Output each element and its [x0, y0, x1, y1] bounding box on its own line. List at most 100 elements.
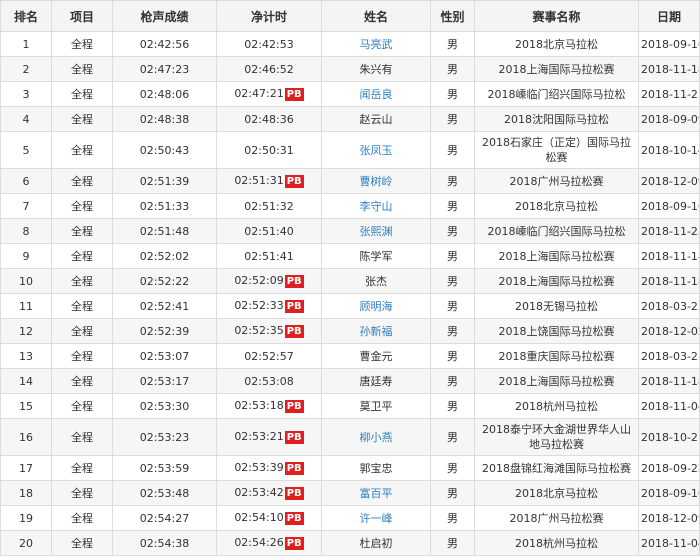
- item-cell: 全程: [51, 268, 113, 294]
- net-time-cell: 02:48:36: [216, 106, 322, 132]
- item-cell: 全程: [51, 131, 113, 169]
- pb-badge: PB: [284, 511, 304, 525]
- date-cell: 2018-12-02: [638, 318, 700, 344]
- name-cell: 张熙渊: [321, 218, 431, 244]
- net-time-value: 02:53:21: [234, 430, 284, 444]
- runner-name: 郭宝忠: [359, 462, 393, 475]
- net-time-cell: 02:53:08: [216, 368, 322, 394]
- name-cell: 闻岳良: [321, 81, 431, 107]
- name-cell: 孙新福: [321, 318, 431, 344]
- name-cell: 郭宝忠: [321, 455, 431, 481]
- net-time-value: 02:54:10: [234, 511, 284, 525]
- pb-badge: PB: [284, 399, 304, 413]
- race-cell: 2018杭州马拉松: [474, 393, 639, 419]
- gender-cell: 男: [430, 318, 475, 344]
- gun-time-cell: 02:51:48: [112, 218, 217, 244]
- net-time-value: 02:51:41: [244, 249, 294, 263]
- date-cell: 2018-12-09: [638, 505, 700, 531]
- pb-badge: PB: [284, 174, 304, 188]
- table-row: 6 全程 02:51:39 02:51:31 PB 曹树岭 男 2018广州马拉松…: [0, 168, 700, 194]
- gender-cell: 男: [430, 193, 475, 219]
- table-row: 11 全程 02:52:41 02:52:33 PB 顾明海 男 2018无锡马拉…: [0, 293, 700, 319]
- date-cell: 2018-11-18: [638, 368, 700, 394]
- gun-time-cell: 02:53:17: [112, 368, 217, 394]
- runner-name-link[interactable]: 柳小燕: [360, 431, 393, 444]
- net-time-value: 02:53:42: [234, 486, 284, 500]
- gender-cell: 男: [430, 368, 475, 394]
- date-cell: 2018-09-16: [638, 31, 700, 57]
- date-cell: 2018-09-22: [638, 455, 700, 481]
- runner-name-link[interactable]: 张凤玉: [360, 144, 393, 157]
- item-cell: 全程: [51, 56, 113, 82]
- gender-cell: 男: [430, 168, 475, 194]
- rank-cell: 10: [0, 268, 52, 294]
- net-time-cell: 02:42:53: [216, 31, 322, 57]
- header-item: 项目: [51, 0, 113, 32]
- runner-name-link[interactable]: 富百平: [360, 487, 393, 500]
- gender-cell: 男: [430, 268, 475, 294]
- gun-time-cell: 02:48:38: [112, 106, 217, 132]
- net-time-cell: 02:53:39 PB: [216, 455, 322, 481]
- name-cell: 唐廷寿: [321, 368, 431, 394]
- net-time-cell: 02:54:26 PB: [216, 530, 322, 556]
- header-name: 姓名: [321, 0, 431, 32]
- runner-name-link[interactable]: 李守山: [360, 200, 393, 213]
- runner-name: 曹金元: [359, 350, 393, 363]
- runner-name-link[interactable]: 张熙渊: [360, 225, 393, 238]
- date-cell: 2018-11-25: [638, 81, 700, 107]
- gun-time-cell: 02:52:41: [112, 293, 217, 319]
- item-cell: 全程: [51, 505, 113, 531]
- net-time-cell: 02:46:52: [216, 56, 322, 82]
- race-cell: 2018嵊临门绍兴国际马拉松: [474, 218, 639, 244]
- net-time-value: 02:52:09: [234, 274, 284, 288]
- rank-cell: 1: [0, 31, 52, 57]
- table-row: 14 全程 02:53:17 02:53:08 唐廷寿 男 2018上海国际马拉…: [0, 368, 700, 394]
- rank-cell: 16: [0, 418, 52, 456]
- runner-name: 杜启初: [359, 537, 393, 550]
- date-cell: 2018-11-04: [638, 530, 700, 556]
- runner-name-link[interactable]: 顾明海: [360, 300, 393, 313]
- net-time-value: 02:51:31: [234, 174, 284, 188]
- net-time-cell: 02:52:33 PB: [216, 293, 322, 319]
- rank-cell: 3: [0, 81, 52, 107]
- header-rank: 排名: [0, 0, 52, 32]
- date-cell: 2018-03-25: [638, 343, 700, 369]
- runner-name-link[interactable]: 孙新福: [360, 325, 393, 338]
- net-time-cell: 02:50:31: [216, 131, 322, 169]
- rank-cell: 8: [0, 218, 52, 244]
- race-cell: 2018无锡马拉松: [474, 293, 639, 319]
- date-cell: 2018-09-16: [638, 193, 700, 219]
- item-cell: 全程: [51, 480, 113, 506]
- gun-time-cell: 02:52:39: [112, 318, 217, 344]
- table-row: 16 全程 02:53:23 02:53:21 PB 柳小燕 男 2018泰宁环大…: [0, 418, 700, 456]
- gender-cell: 男: [430, 131, 475, 169]
- runner-name-link[interactable]: 马亮武: [360, 38, 393, 51]
- rank-cell: 14: [0, 368, 52, 394]
- pb-badge: PB: [284, 461, 304, 475]
- net-time-value: 02:54:26: [234, 536, 284, 550]
- name-cell: 张凤玉: [321, 131, 431, 169]
- date-cell: 2018-03-25: [638, 293, 700, 319]
- item-cell: 全程: [51, 530, 113, 556]
- date-cell: 2018-11-18: [638, 268, 700, 294]
- rank-cell: 11: [0, 293, 52, 319]
- rank-cell: 6: [0, 168, 52, 194]
- table-row: 7 全程 02:51:33 02:51:32 李守山 男 2018北京马拉松 2…: [0, 193, 700, 219]
- net-time-value: 02:48:36: [244, 112, 294, 126]
- pb-badge: PB: [284, 324, 304, 338]
- results-table: 排名 项目 枪声成绩 净计时 姓名 性别 赛事名称 日期 1 全程 02:42:…: [0, 0, 700, 556]
- item-cell: 全程: [51, 343, 113, 369]
- net-time-cell: 02:52:57: [216, 343, 322, 369]
- runner-name-link[interactable]: 闻岳良: [360, 88, 393, 101]
- gun-time-cell: 02:52:02: [112, 243, 217, 269]
- date-cell: 2018-11-18: [638, 56, 700, 82]
- runner-name-link[interactable]: 许一峰: [360, 512, 393, 525]
- header-race: 赛事名称: [474, 0, 639, 32]
- header-gender: 性别: [430, 0, 475, 32]
- race-cell: 2018北京马拉松: [474, 480, 639, 506]
- net-time-value: 02:52:57: [244, 349, 294, 363]
- runner-name-link[interactable]: 曹树岭: [360, 175, 393, 188]
- runner-name: 赵云山: [359, 113, 393, 126]
- rank-cell: 12: [0, 318, 52, 344]
- net-time-value: 02:52:33: [234, 299, 284, 313]
